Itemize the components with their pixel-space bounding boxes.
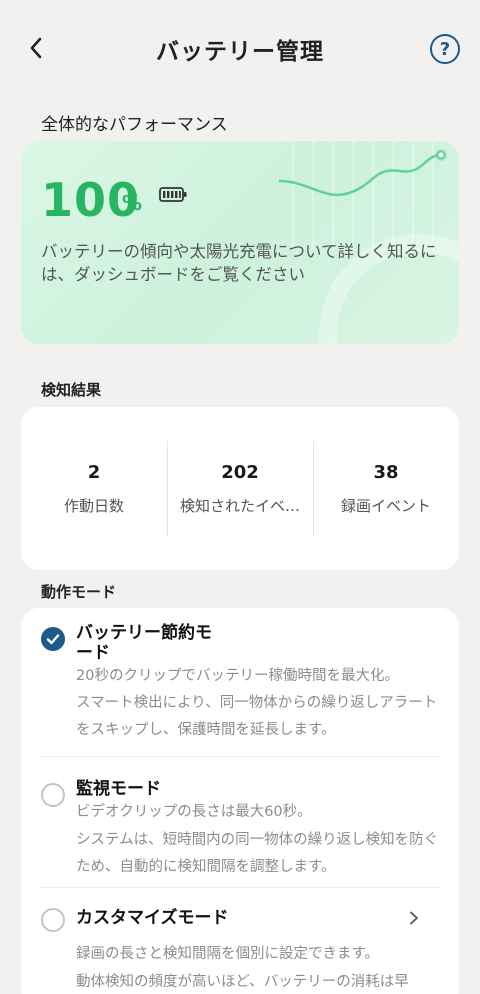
- stat-value: 202: [221, 461, 259, 483]
- modes-section-title: 動作モード: [41, 583, 117, 601]
- radio-unchecked[interactable]: [41, 783, 65, 807]
- detection-stats-card: 2 作動日数 202 検知されたイベ… 38 録画イベント: [21, 407, 459, 570]
- mode-description-detail: システムは、短時間内の同一物体の繰り返し検知を防ぐため、自動的に検知間隔を調整し…: [76, 832, 439, 875]
- performance-description: バッテリーの傾向や太陽光充電について詳しく知るには、ダッシュボードをご覧ください: [41, 242, 437, 284]
- mode-name: 監視モード: [76, 779, 161, 799]
- mode-description-detail: スマート検出により、同一物体からの繰り返しアラートをスキップし、保護時間を延長し…: [76, 695, 438, 738]
- mode-description-detail: 動体検知の頻度が高いほど、バッテリーの消耗は早: [76, 974, 409, 990]
- app-header: バッテリー管理 ?: [0, 0, 480, 96]
- stat-detected-events[interactable]: 202 検知されたイベ…: [167, 440, 313, 537]
- stat-value: 2: [87, 461, 101, 483]
- modes-card: バッテリー節約モード 20秒のクリップでバッテリー稼働時間を最大化。 スマート検…: [21, 608, 459, 994]
- mode-name: カスタマイズモード: [76, 908, 229, 928]
- detection-section-title: 検知結果: [41, 381, 102, 399]
- stat-label: 録画イベント: [340, 496, 431, 515]
- page-title: バッテリー管理: [156, 39, 324, 65]
- battery-full-icon: [159, 187, 187, 202]
- stat-active-days[interactable]: 2 作動日数: [21, 441, 167, 537]
- mode-description: ビデオクリップの長さは最大60秒。: [76, 804, 312, 820]
- checkmark-icon: [46, 634, 60, 645]
- stat-label: 検知されたイベ…: [179, 496, 300, 515]
- mode-option-monitoring[interactable]: 監視モード ビデオクリップの長さは最大60秒。 システムは、短時間内の同一物体の…: [21, 757, 459, 887]
- mode-description: 20秒のクリップでバッテリー稼働時間を最大化。: [76, 668, 399, 684]
- radio-unchecked[interactable]: [41, 908, 65, 932]
- mode-option-battery-saver[interactable]: バッテリー節約モード 20秒のクリップでバッテリー稼働時間を最大化。 スマート検…: [21, 608, 459, 756]
- performance-unit: %: [122, 191, 143, 215]
- performance-section-title: 全体的なパフォーマンス: [41, 115, 228, 135]
- mode-option-custom[interactable]: カスタマイズモード 録画の長さと検知間隔を個別に設定できます。 動体検知の頻度が…: [21, 888, 459, 994]
- radio-checked[interactable]: [41, 627, 65, 651]
- stat-recorded-events[interactable]: 38 録画イベント: [313, 440, 459, 537]
- stat-value: 38: [373, 461, 399, 483]
- mode-name: バッテリー節約モード: [76, 623, 212, 663]
- performance-card[interactable]: 100 % バッテリーの傾向や太陽光充電について詳しく知るには、ダッシュボードを…: [21, 141, 459, 344]
- mode-description: 録画の長さと検知間隔を個別に設定できます。: [76, 946, 380, 962]
- stat-label: 作動日数: [63, 496, 124, 515]
- help-circle-icon: ?: [439, 38, 451, 60]
- chevron-right-icon[interactable]: [407, 911, 421, 925]
- help-button[interactable]: ?: [430, 34, 460, 64]
